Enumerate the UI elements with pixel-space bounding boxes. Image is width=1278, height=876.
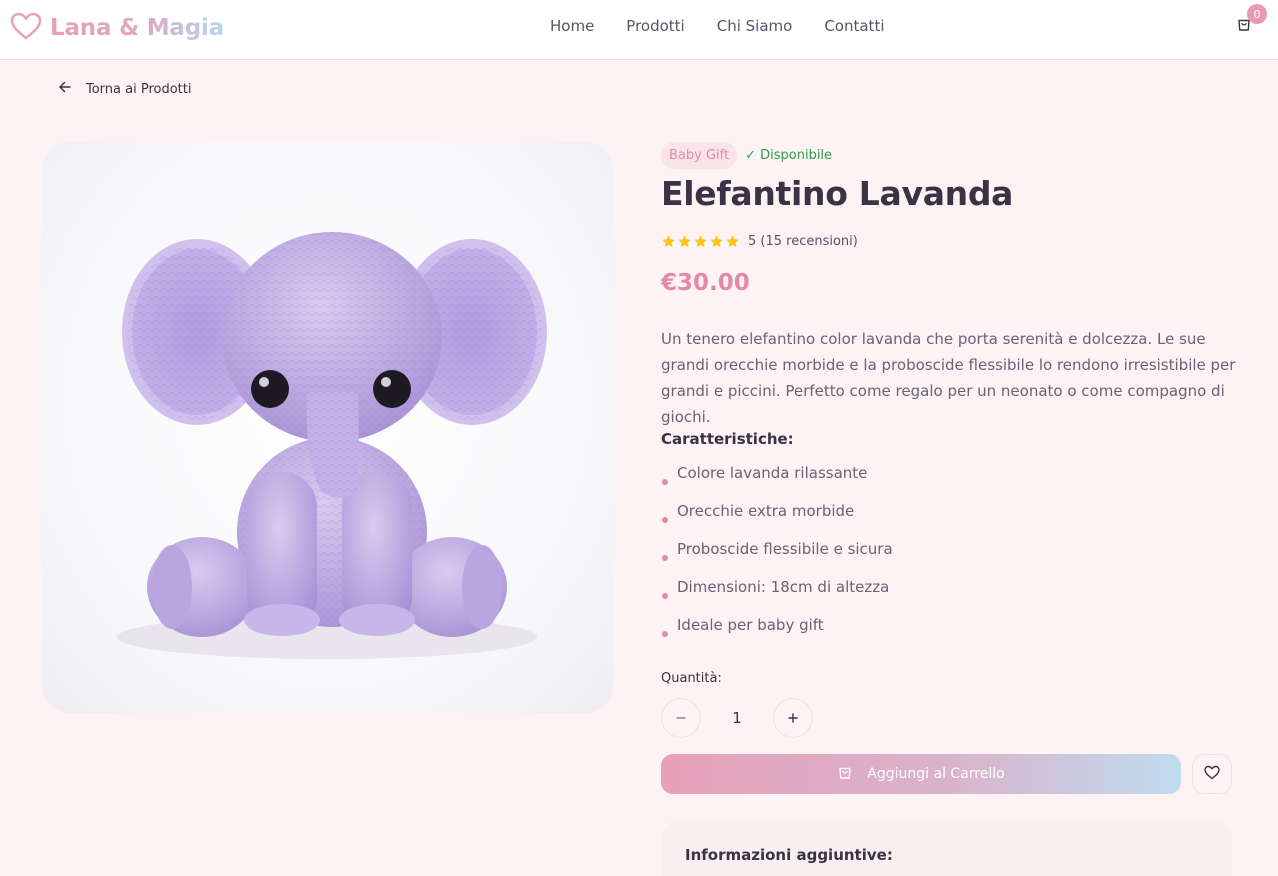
nav-home[interactable]: Home	[550, 17, 594, 35]
product-price: €30.00	[661, 270, 750, 296]
additional-info-card: Informazioni aggiuntive:	[661, 820, 1232, 876]
product-tags: Baby Gift ✓ Disponibile	[661, 142, 832, 169]
heart-icon	[1204, 765, 1220, 784]
feature-item: Colore lavanda rilassante	[661, 464, 893, 502]
additional-info-title: Informazioni aggiuntive:	[685, 846, 893, 864]
elephant-illustration	[117, 232, 547, 659]
quantity-value[interactable]: 1	[701, 709, 773, 727]
arrow-left-icon	[58, 80, 72, 98]
quantity-label: Quantità:	[661, 671, 722, 686]
nav-prodotti[interactable]: Prodotti	[626, 17, 684, 35]
site-header: Lana & Magia Home Prodotti Chi Siamo Con…	[0, 0, 1278, 60]
add-to-wishlist-button[interactable]	[1192, 754, 1232, 794]
star-icon	[678, 235, 691, 248]
product-rating: 5 (15 recensioni)	[661, 234, 858, 249]
star-icon	[694, 235, 707, 248]
product-image	[42, 142, 613, 713]
feature-item: Ideale per baby gift	[661, 616, 893, 654]
add-to-cart-button[interactable]: Aggiungi al Carrello	[661, 754, 1181, 794]
features-title: Caratteristiche:	[661, 430, 794, 448]
minus-icon	[675, 709, 687, 728]
rating-stars	[661, 234, 740, 249]
increase-quantity-button[interactable]	[773, 698, 813, 738]
feature-item: Proboscide flessibile e sicura	[661, 540, 893, 578]
cart-count-badge: 0	[1247, 4, 1267, 24]
back-link-label: Torna ai Prodotti	[86, 81, 192, 97]
rating-text: 5 (15 recensioni)	[748, 234, 858, 249]
main-nav: Home Prodotti Chi Siamo Contatti	[550, 17, 917, 35]
heart-icon	[10, 11, 42, 45]
feature-item: Dimensioni: 18cm di altezza	[661, 578, 893, 616]
nav-chi-siamo[interactable]: Chi Siamo	[717, 17, 793, 35]
decrease-quantity-button[interactable]	[661, 698, 701, 738]
nav-contatti[interactable]: Contatti	[824, 17, 884, 35]
category-badge[interactable]: Baby Gift	[661, 142, 738, 169]
product-description: Un tenero elefantino color lavanda che p…	[661, 330, 1236, 426]
add-to-cart-label: Aggiungi al Carrello	[867, 766, 1005, 782]
features-list: Colore lavanda rilassante Orecchie extra…	[661, 464, 893, 654]
feature-item: Orecchie extra morbide	[661, 502, 893, 540]
back-to-products-link[interactable]: Torna ai Prodotti	[58, 80, 192, 98]
product-title: Elefantino Lavanda	[661, 174, 1014, 213]
star-icon	[726, 235, 739, 248]
availability-status: ✓ Disponibile	[745, 148, 833, 163]
shopping-bag-icon	[837, 764, 853, 784]
plus-icon	[787, 709, 799, 728]
brand-logo[interactable]: Lana & Magia	[10, 11, 224, 45]
star-icon	[710, 235, 723, 248]
brand-name: Lana & Magia	[50, 15, 225, 41]
star-icon	[662, 235, 675, 248]
quantity-stepper: 1	[661, 698, 813, 738]
